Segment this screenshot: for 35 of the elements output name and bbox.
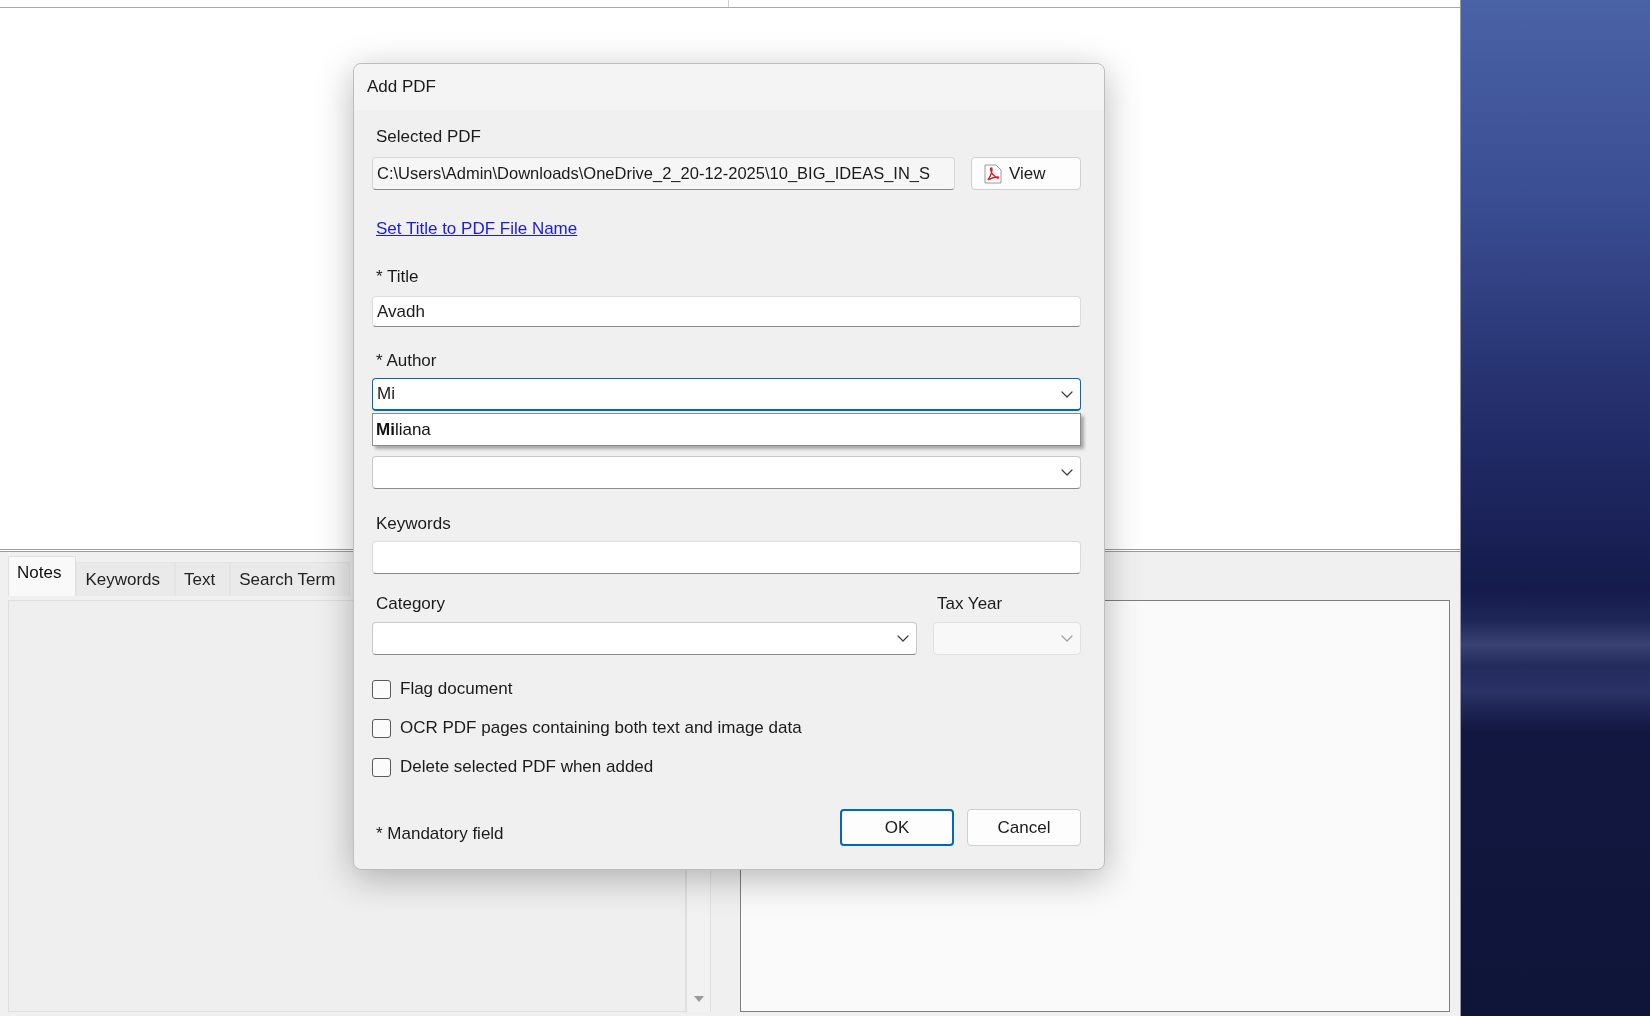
field-label: Selected PDF: [375, 127, 481, 147]
dialog-button[interactable]: OK: [840, 809, 954, 846]
tab[interactable]: Notes: [8, 556, 77, 596]
mandatory-note: * Mandatory field: [376, 824, 504, 844]
field-label: * Author: [375, 351, 437, 371]
dialog-button[interactable]: Cancel: [967, 809, 1081, 846]
checkbox-label: Flag document: [400, 679, 513, 699]
chevron-down-icon: [1061, 390, 1073, 398]
title-field[interactable]: Avadh: [372, 296, 1081, 327]
category-dropdown[interactable]: [372, 622, 917, 655]
keywords-field[interactable]: [372, 541, 1081, 574]
chevron-down-icon: [897, 635, 909, 642]
view-button[interactable]: View: [971, 157, 1081, 190]
tab[interactable]: Search Term: [230, 562, 351, 596]
tab[interactable]: Keywords: [76, 562, 176, 596]
dialog-title: Add PDF: [367, 76, 436, 99]
checkbox[interactable]: [372, 757, 391, 777]
tab[interactable]: Text: [175, 562, 231, 596]
set-title-link[interactable]: Set Title to PDF File Name: [376, 219, 578, 239]
checkbox-label: OCR PDF pages containing both text and image data: [400, 718, 802, 738]
dropdown-field[interactable]: [372, 456, 1081, 489]
chevron-down-icon: [1061, 635, 1073, 642]
file-path-field[interactable]: C:\Users\Admin\Downloads\OneDrive_2_20-12-2025\10_BIG_IDEAS_IN_S: [372, 157, 955, 190]
field-label: Keywords: [375, 514, 451, 534]
author-combobox[interactable]: Mi: [372, 378, 1081, 411]
pdf-file-icon: [984, 163, 1002, 184]
checkbox[interactable]: [372, 718, 391, 738]
triangle-down-icon: [693, 996, 704, 1002]
autocomplete-suggestion[interactable]: Miliana: [372, 413, 1081, 446]
field-label: Category: [375, 594, 445, 614]
field-label: Tax Year: [936, 594, 1003, 614]
chevron-down-icon: [1061, 469, 1073, 476]
checkbox-label: Delete selected PDF when added: [400, 757, 654, 777]
checkbox[interactable]: [372, 679, 391, 699]
field-label: * Title: [375, 267, 419, 287]
